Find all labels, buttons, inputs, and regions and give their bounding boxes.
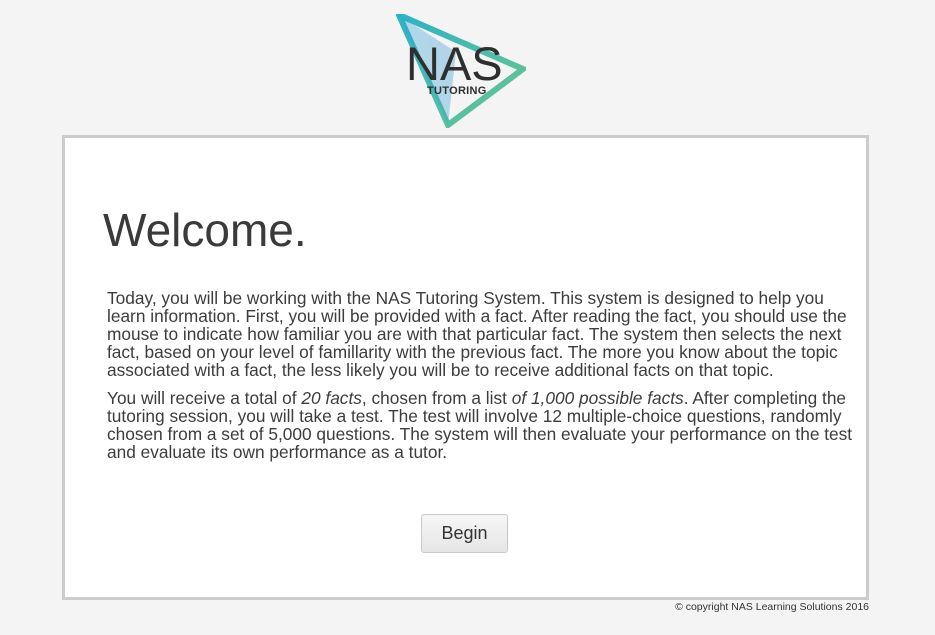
fact-pool-emphasis: of 1,000 possible facts bbox=[511, 388, 684, 408]
fact-count-emphasis: 20 facts bbox=[301, 388, 362, 408]
intro-paragraph-1: Today, you will be working with the NAS … bbox=[107, 288, 847, 380]
page-title: Welcome. bbox=[103, 204, 307, 256]
welcome-card: Welcome. Today, you will be working with… bbox=[62, 135, 869, 600]
begin-button[interactable]: Begin bbox=[421, 514, 508, 553]
page: NAS TUTORING Welcome. Today, you will be… bbox=[0, 0, 935, 635]
logo-subtitle: TUTORING bbox=[427, 85, 487, 97]
copyright-footer: © copyright NAS Learning Solutions 2016 bbox=[675, 601, 869, 613]
intro-paragraph-2-part-1: You will receive a total of bbox=[107, 388, 302, 408]
intro-paragraph-2: You will receive a total of 20 facts, ch… bbox=[107, 389, 857, 461]
intro-paragraph-2-part-2: , chosen from a list bbox=[361, 388, 512, 408]
intro-text: Today, you will be working with the NAS … bbox=[107, 289, 857, 471]
nas-tutoring-logo: NAS TUTORING bbox=[396, 14, 526, 128]
logo-title: NAS bbox=[406, 37, 503, 90]
